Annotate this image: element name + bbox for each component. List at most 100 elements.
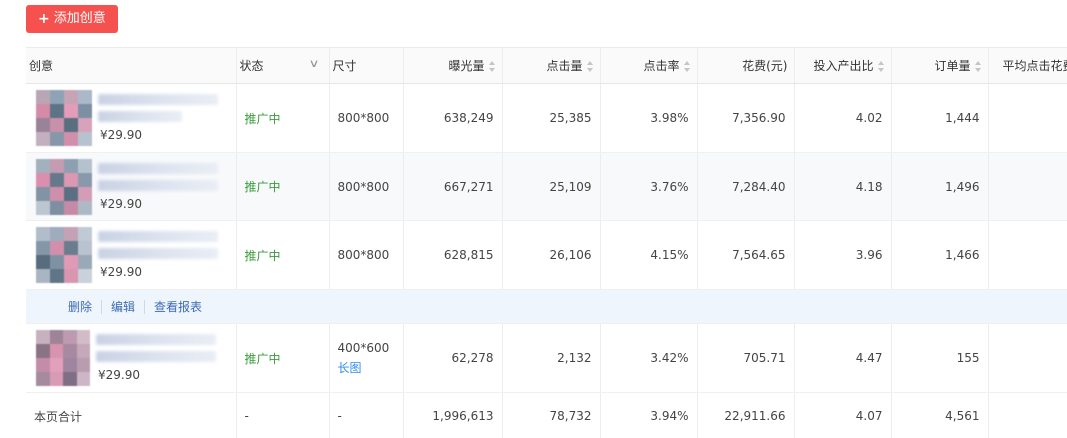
divider (144, 299, 146, 314)
size-value: 400*600 (337, 340, 390, 355)
totals-roi: 4.07 (794, 392, 892, 438)
roi-cell: 4.02 (794, 83, 892, 153)
roi-cell: 4.47 (794, 323, 892, 393)
ctr-cell: 3.98% (600, 83, 698, 153)
impressions-cell: 628,815 (403, 220, 503, 290)
creative-price: ¥29.90 (100, 196, 142, 211)
table-row[interactable]: ¥29.90 推广中 800*800 638,249 25,385 3.98% … (26, 83, 1067, 153)
sort-icon[interactable] (488, 61, 496, 72)
col-header-clicks[interactable]: 点击量 (502, 47, 601, 84)
impressions-cell: 667,271 (403, 152, 503, 221)
plus-icon: + (38, 11, 50, 27)
cost-cell: 7,564.65 (697, 220, 795, 290)
chevron-down-icon[interactable]: ∨ (309, 57, 320, 70)
table-row[interactable]: ¥29.90 推广中 800*800 667,271 25,109 3.76% … (26, 152, 1067, 221)
totals-orders: 4,561 (891, 392, 989, 438)
avg-cpc-cell (988, 323, 1067, 393)
col-header-cost: 花费(元) (697, 47, 795, 84)
ctr-cell: 4.15% (600, 220, 698, 290)
table-row[interactable]: ¥29.90 推广中 400*600 长图 62,278 2,132 3.42%… (26, 323, 1067, 393)
col-header-roi[interactable]: 投入产出比 (794, 47, 892, 84)
creative-title-blurred[interactable] (98, 231, 218, 242)
totals-size: - (329, 392, 404, 438)
totals-status: - (236, 392, 330, 438)
sort-icon[interactable] (974, 61, 982, 72)
status-cell: 推广中 (236, 83, 330, 153)
sort-icon[interactable] (586, 61, 594, 72)
col-header-ctr[interactable]: 点击率 (600, 47, 698, 84)
status-cell: 推广中 (236, 323, 330, 393)
ctr-cell: 3.76% (600, 152, 698, 221)
avg-cpc-cell (988, 83, 1067, 153)
orders-cell: 1,444 (891, 83, 989, 153)
clicks-cell: 26,106 (502, 220, 601, 290)
col-header-size: 尺寸 (329, 47, 404, 84)
row-actions-bar: 删除 编辑 查看报表 (26, 289, 1067, 324)
long-image-tag: 长图 (337, 360, 362, 375)
creative-cell[interactable]: ¥29.90 (26, 220, 237, 290)
impressions-cell: 638,249 (403, 83, 503, 153)
col-header-impressions[interactable]: 曝光量 (403, 47, 503, 84)
creative-price: ¥29.90 (100, 265, 142, 279)
size-cell: 800*800 (329, 220, 404, 290)
creative-thumbnail[interactable] (36, 158, 92, 215)
status-cell: 推广中 (236, 152, 330, 221)
creative-title-blurred[interactable] (98, 162, 218, 174)
orders-cell: 1,496 (891, 152, 989, 221)
creative-thumbnail[interactable] (36, 90, 92, 146)
sort-icon[interactable] (683, 61, 691, 72)
clicks-cell: 25,109 (502, 152, 601, 221)
creative-title-blurred (98, 179, 218, 191)
table-header-row: 创意 状态 ∨ 尺寸 曝光量 点击量 点击率 花费(元) 投入产出比 订单量 平… (26, 47, 1067, 84)
creative-cell[interactable]: ¥29.90 (26, 152, 237, 221)
creative-cell[interactable]: ¥29.90 (26, 323, 237, 393)
view-report-link[interactable]: 查看报表 (154, 298, 202, 315)
totals-row: 本页合计 - - 1,996,613 78,732 3.94% 22,911.6… (26, 392, 1067, 438)
creative-table: 创意 状态 ∨ 尺寸 曝光量 点击量 点击率 花费(元) 投入产出比 订单量 平… (26, 47, 1067, 438)
cost-cell: 7,356.90 (697, 83, 795, 153)
sort-icon[interactable] (877, 61, 885, 72)
totals-label: 本页合计 (26, 392, 237, 438)
divider (101, 299, 103, 314)
creative-price: ¥29.90 (100, 128, 142, 142)
avg-cpc-cell (988, 152, 1067, 221)
ctr-cell: 3.42% (600, 323, 698, 393)
add-creative-label: 添加创意 (53, 11, 106, 26)
roi-cell: 3.96 (794, 220, 892, 290)
col-header-orders[interactable]: 订单量 (891, 47, 989, 84)
totals-clicks: 78,732 (502, 392, 601, 438)
creative-title-blurred (96, 351, 216, 362)
row-actions-cell: 删除 编辑 查看报表 (26, 289, 1067, 324)
creative-title-blurred[interactable] (98, 94, 218, 105)
creative-price: ¥29.90 (98, 368, 140, 382)
creative-cell[interactable]: ¥29.90 (26, 83, 237, 153)
creative-title-blurred (98, 111, 182, 122)
size-cell: 800*800 (329, 83, 404, 153)
clicks-cell: 25,385 (502, 83, 601, 153)
impressions-cell: 62,278 (403, 323, 503, 393)
creative-title-blurred (98, 248, 218, 259)
col-header-status[interactable]: 状态 ∨ (236, 47, 330, 84)
size-cell: 800*800 (329, 152, 404, 221)
status-cell: 推广中 (236, 220, 330, 290)
creative-thumbnail[interactable] (36, 330, 90, 386)
table-row[interactable]: ¥29.90 推广中 800*800 628,815 26,106 4.15% … (26, 220, 1067, 290)
roi-cell: 4.18 (794, 152, 892, 221)
add-creative-button[interactable]: + 添加创意 (26, 5, 118, 33)
creative-thumbnail[interactable] (36, 227, 92, 283)
size-cell: 400*600 长图 (329, 323, 404, 393)
creative-table-container[interactable]: 创意 状态 ∨ 尺寸 曝光量 点击量 点击率 花费(元) 投入产出比 订单量 平… (26, 47, 1067, 438)
delete-link[interactable]: 删除 (68, 298, 92, 315)
totals-ctr: 3.94% (600, 392, 698, 438)
totals-avg-cpc (988, 392, 1067, 438)
col-header-creative: 创意 (26, 47, 237, 84)
avg-cpc-cell (988, 220, 1067, 290)
cost-cell: 7,284.40 (697, 152, 795, 221)
creative-list-page: + 添加创意 创意 状态 ∨ 尺寸 曝光量 点击量 点击率 花费(元) 投入产出… (0, 0, 1067, 438)
totals-cost: 22,911.66 (697, 392, 795, 438)
creative-title-blurred[interactable] (96, 334, 216, 345)
edit-link[interactable]: 编辑 (111, 298, 135, 315)
cost-cell: 705.71 (697, 323, 795, 393)
clicks-cell: 2,132 (502, 323, 601, 393)
col-header-avg-cpc: 平均点击花费 (988, 47, 1067, 84)
